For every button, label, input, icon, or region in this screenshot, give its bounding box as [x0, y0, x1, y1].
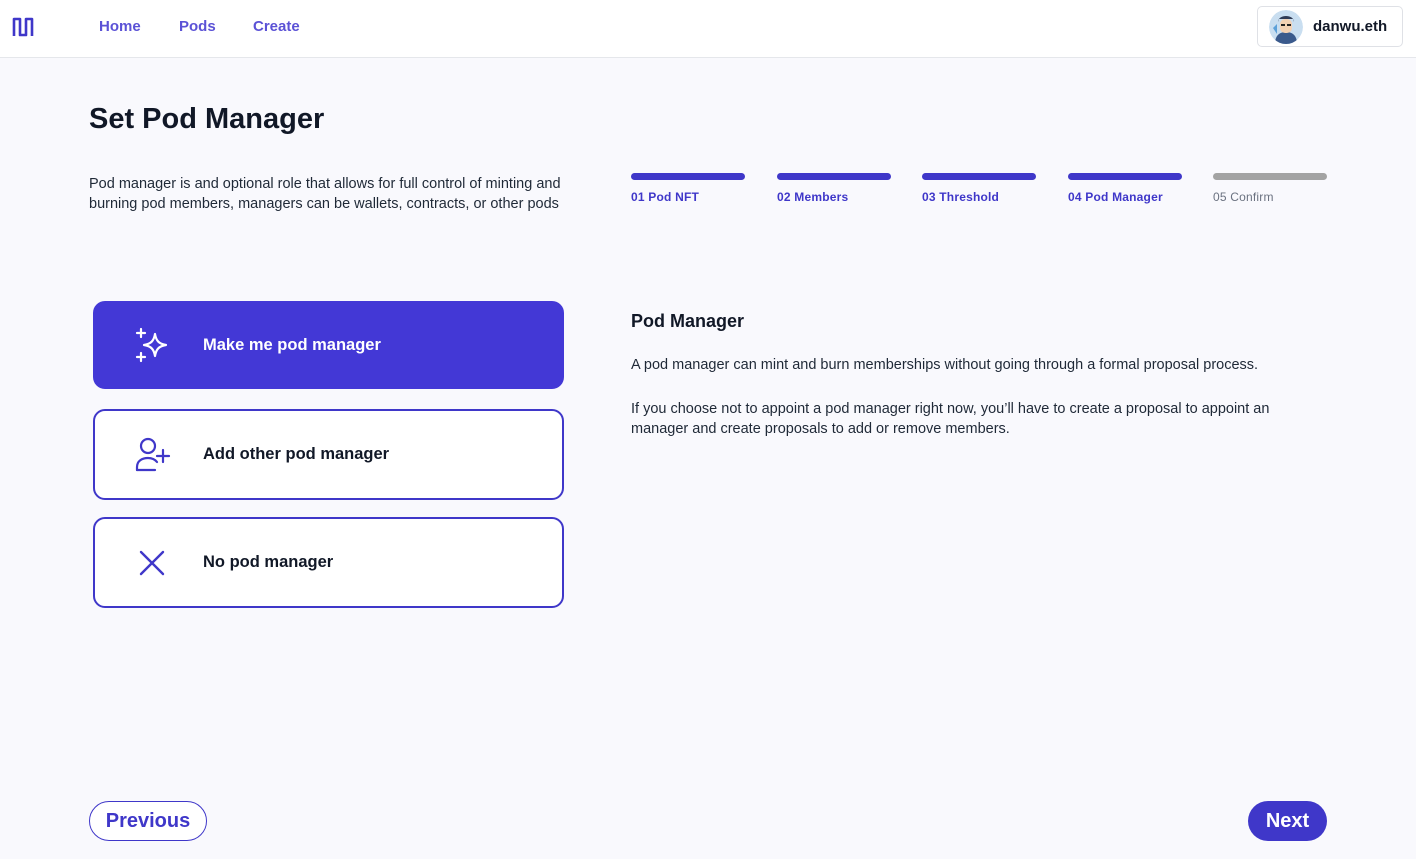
sparkles-icon: [132, 325, 172, 365]
step-threshold: 03 Threshold: [922, 173, 1036, 204]
option-no-pod-manager[interactable]: No pod manager: [93, 517, 564, 608]
step-bar: [1213, 173, 1327, 180]
step-pod-manager: 04 Pod Manager: [1068, 173, 1182, 204]
page-intro: Pod manager is and optional role that al…: [89, 176, 561, 212]
step-label: 05 Confirm: [1213, 190, 1274, 204]
logo-icon[interactable]: [12, 15, 36, 39]
option-make-me-pod-manager[interactable]: Make me pod manager: [93, 301, 564, 389]
option-label: No pod manager: [203, 553, 334, 571]
info-paragraph: If you choose not to appoint a pod manag…: [631, 401, 1270, 437]
step-bar: [777, 173, 891, 180]
info-paragraph: A pod manager can mint and burn membersh…: [631, 357, 1259, 373]
step-bar: [1068, 173, 1182, 180]
step-label: 02 Members: [777, 190, 849, 204]
previous-button[interactable]: Previous: [89, 801, 207, 841]
next-button[interactable]: Next: [1248, 801, 1327, 841]
step-confirm: 05 Confirm: [1213, 173, 1327, 204]
nav-create-link[interactable]: Create: [253, 18, 300, 35]
page-title: Set Pod Manager: [89, 103, 325, 135]
x-icon: [132, 543, 172, 583]
step-bar: [631, 173, 745, 180]
profile-name: danwu.eth: [1313, 18, 1388, 35]
step-label: 04 Pod Manager: [1068, 190, 1163, 204]
step-members: 02 Members: [777, 173, 891, 204]
option-label: Make me pod manager: [203, 335, 381, 354]
profile-button[interactable]: danwu.eth: [1257, 6, 1403, 47]
nav-pods-link[interactable]: Pods: [179, 18, 216, 35]
info-title: Pod Manager: [631, 311, 745, 331]
option-add-other-pod-manager[interactable]: Add other pod manager: [93, 409, 564, 500]
step-bar: [922, 173, 1036, 180]
avatar: [1269, 9, 1303, 44]
nav-home-link[interactable]: Home: [99, 18, 141, 35]
option-label: Add other pod manager: [203, 445, 390, 463]
step-label: 01 Pod NFT: [631, 190, 700, 204]
step-pod-nft: 01 Pod NFT: [631, 173, 745, 204]
top-navigation-bar: Home Pods Create danwu.eth: [0, 0, 1416, 58]
step-label: 03 Threshold: [922, 190, 1000, 204]
user-plus-icon: [132, 435, 172, 475]
